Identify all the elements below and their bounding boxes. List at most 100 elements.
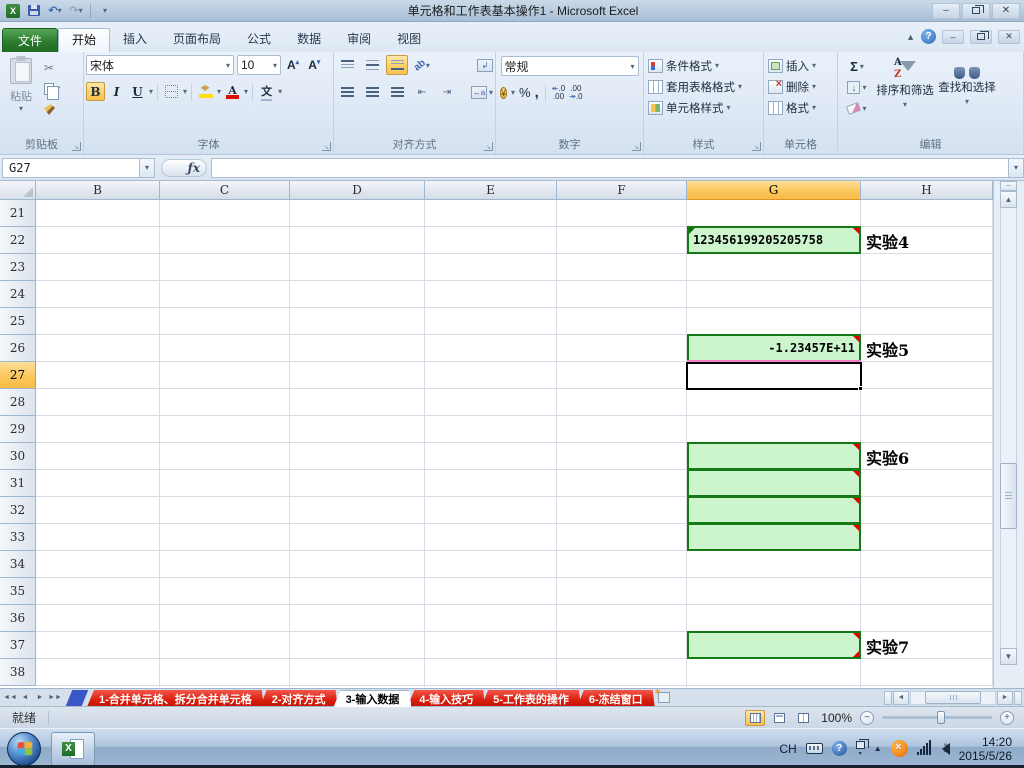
horizontal-split-handle[interactable] — [884, 690, 892, 705]
scroll-down-button[interactable]: ▼ — [1000, 648, 1017, 665]
row-header-35[interactable]: 35 — [0, 578, 36, 605]
horizontal-scroll-thumb[interactable] — [925, 690, 981, 704]
name-box-dropdown[interactable]: ▾ — [140, 157, 155, 178]
alignment-dialog-launcher[interactable] — [484, 142, 493, 151]
orientation-button[interactable]: ab ▾ — [411, 55, 433, 75]
sheet-tab-4[interactable]: 4-输入技巧 — [407, 690, 485, 707]
tray-help-icon[interactable]: ? — [831, 741, 847, 756]
row-header-30[interactable]: 30 — [0, 443, 36, 470]
column-header-G[interactable]: G — [687, 181, 861, 200]
align-right-button[interactable] — [386, 82, 408, 102]
zoom-out-button[interactable]: − — [860, 710, 874, 725]
clipboard-dialog-launcher[interactable] — [72, 142, 81, 151]
row-header-38[interactable]: 38 — [0, 659, 36, 686]
undo-button[interactable]: ↶ ▾ — [46, 3, 64, 19]
minimize-button[interactable]: ‒ — [932, 2, 960, 19]
network-signal-icon[interactable] — [916, 740, 933, 756]
row-header-36[interactable]: 36 — [0, 605, 36, 632]
autosum-button[interactable]: Σ ▾ — [840, 57, 874, 75]
insert-function-button[interactable]: ƒx — [161, 158, 207, 177]
fill-button[interactable]: ↓ ▾ — [840, 78, 874, 96]
fill-handle[interactable] — [858, 386, 863, 391]
row-header-24[interactable]: 24 — [0, 281, 36, 308]
clear-button[interactable]: ▾ — [840, 99, 874, 117]
row-header-26[interactable]: 26 — [0, 335, 36, 362]
save-button[interactable] — [25, 3, 43, 19]
accounting-format-button[interactable]: ¥ — [500, 85, 508, 100]
cell-G22[interactable]: 123456199205205758 — [687, 226, 861, 254]
column-header-C[interactable]: C — [160, 181, 290, 200]
active-cell-G27[interactable] — [686, 362, 863, 391]
column-header-H[interactable]: H — [861, 181, 993, 200]
row-header-25[interactable]: 25 — [0, 308, 36, 335]
fill-color-button[interactable] — [196, 82, 215, 101]
first-sheet-button[interactable]: ◄◄ — [3, 691, 17, 705]
font-color-button[interactable]: A — [223, 82, 242, 101]
page-layout-view-button[interactable] — [769, 710, 789, 726]
input-language-indicator[interactable]: CH — [779, 742, 796, 756]
bottom-align-button[interactable] — [386, 55, 408, 75]
row-header-31[interactable]: 31 — [0, 470, 36, 497]
row-header-29[interactable]: 29 — [0, 416, 36, 443]
formula-input[interactable] — [211, 157, 1008, 178]
conditional-formatting-button[interactable]: 条件格式 ▾ — [646, 55, 761, 76]
collapse-ribbon-button[interactable]: ▲ — [906, 32, 915, 42]
sheet-tab-2[interactable]: 2-对齐方式 — [260, 690, 338, 707]
comma-style-button[interactable]: , — [535, 84, 539, 101]
cell-G37[interactable] — [687, 631, 861, 659]
insert-cells-button[interactable]: 插入 ▾ — [766, 55, 835, 76]
tab-file[interactable]: 文件 — [2, 28, 58, 52]
number-dialog-launcher[interactable] — [632, 142, 641, 151]
find-select-button[interactable]: 查找和选择 ▾ — [936, 55, 998, 136]
row-header-34[interactable]: 34 — [0, 551, 36, 578]
row-header-28[interactable]: 28 — [0, 389, 36, 416]
column-header-F[interactable]: F — [557, 181, 687, 200]
zoom-slider-thumb[interactable] — [937, 711, 945, 724]
insert-worksheet-button[interactable] — [651, 688, 677, 706]
tray-clock[interactable]: 14:20 2015/5/26 — [959, 735, 1016, 763]
row-header-22[interactable]: 22 — [0, 227, 36, 254]
italic-button[interactable]: I — [107, 82, 126, 101]
vertical-scroll-track[interactable] — [1000, 208, 1017, 648]
page-break-view-button[interactable] — [793, 710, 813, 726]
row-header-21[interactable]: 21 — [0, 200, 36, 227]
column-header-E[interactable]: E — [425, 181, 557, 200]
phonetic-guide-button[interactable]: 文 — [257, 82, 276, 101]
scroll-right-button[interactable]: ► — [997, 690, 1013, 705]
scroll-left-button[interactable]: ◄ — [893, 690, 909, 705]
volume-icon[interactable] — [941, 742, 950, 755]
sheet-tab-5[interactable]: 5-工作表的操作 — [481, 690, 581, 707]
tab-review[interactable]: 审阅 — [334, 28, 384, 52]
zoom-in-button[interactable]: + — [1000, 710, 1014, 725]
tray-window-icon[interactable]: ▾ — [855, 738, 869, 757]
font-size-select[interactable]: 10 ▾ — [237, 55, 281, 75]
cut-button[interactable]: ✂ — [40, 59, 80, 76]
vertical-scrollbar[interactable]: ─ ▲ ▼ — [993, 181, 1024, 688]
format-painter-button[interactable] — [40, 101, 80, 118]
underline-button[interactable]: U — [128, 82, 147, 101]
close-button[interactable]: ✕ — [992, 2, 1020, 19]
row-header-33[interactable]: 33 — [0, 524, 36, 551]
cell-G30[interactable] — [687, 442, 861, 470]
restore-button[interactable] — [962, 2, 990, 19]
vertical-scroll-thumb[interactable] — [1000, 463, 1017, 530]
bold-button[interactable]: B — [86, 82, 105, 101]
sort-filter-button[interactable]: AZ 排序和筛选 ▾ — [874, 55, 936, 136]
horizontal-scroll-track[interactable] — [910, 690, 996, 705]
expand-formula-bar-button[interactable]: ▾ — [1008, 157, 1024, 178]
start-button[interactable] — [7, 731, 41, 766]
normal-view-button[interactable] — [745, 709, 766, 726]
wrap-text-icon[interactable]: ↲ — [477, 58, 493, 72]
zoom-slider-track[interactable] — [882, 711, 992, 724]
zoom-level[interactable]: 100% — [821, 711, 852, 725]
decrease-decimal-button[interactable]: .00 ↠.0 — [569, 84, 582, 101]
tab-view[interactable]: 视图 — [384, 28, 434, 52]
delete-cells-button[interactable]: 删除▾ — [766, 76, 835, 97]
align-center-button[interactable] — [361, 82, 383, 102]
column-header-D[interactable]: D — [290, 181, 425, 200]
tab-data[interactable]: 数据 — [284, 28, 334, 52]
workbook-close-button[interactable]: ✕ — [998, 29, 1020, 44]
shrink-font-button[interactable]: A▾ — [305, 58, 323, 72]
help-button[interactable]: ? — [921, 29, 936, 44]
decrease-indent-button[interactable]: ⇤ — [411, 82, 433, 102]
